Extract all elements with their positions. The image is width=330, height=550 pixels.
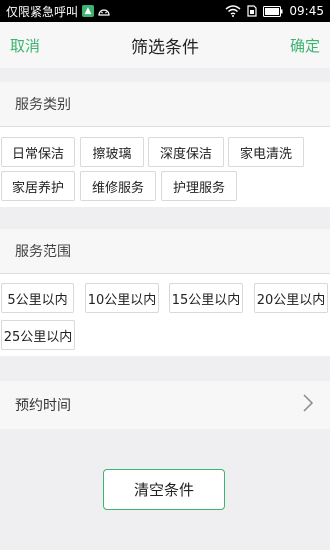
appointment-time-row[interactable]: 预约时间 xyxy=(0,381,330,429)
tag-service-type[interactable]: 护理服务 xyxy=(161,171,237,201)
tag-service-type[interactable]: 日常保洁 xyxy=(1,137,75,167)
sim-icon xyxy=(247,5,258,17)
status-bar: 仅限紧急呼叫 ▲ 09:45 xyxy=(0,0,330,22)
tag-service-range[interactable]: 25公里以内 xyxy=(1,320,75,350)
carrier-info: 仅限紧急呼叫 ▲ xyxy=(6,3,225,20)
service-type-heading: 服务类别 xyxy=(0,82,330,126)
wifi-icon xyxy=(225,5,241,17)
chevron-right-icon xyxy=(301,392,315,418)
service-range-heading: 服务范围 xyxy=(0,229,330,273)
tag-service-range[interactable]: 15公里以内 xyxy=(169,283,243,313)
title-bar: 取消 筛选条件 确定 xyxy=(0,22,330,68)
tag-service-range[interactable]: 10公里以内 xyxy=(85,283,159,313)
cancel-button[interactable]: 取消 xyxy=(10,35,40,56)
service-range-label: 服务范围 xyxy=(15,244,71,260)
carrier-text: 仅限紧急呼叫 xyxy=(6,4,79,19)
tag-service-type[interactable]: 家电清洗 xyxy=(228,137,304,167)
tag-service-range[interactable]: 5公里以内 xyxy=(1,283,74,313)
clock: 09:45 xyxy=(289,4,324,18)
confirm-button[interactable]: 确定 xyxy=(290,35,320,56)
page-title: 筛选条件 xyxy=(131,37,199,58)
appointment-time-label: 预约时间 xyxy=(15,398,71,414)
battery-icon xyxy=(263,5,283,17)
android-icon xyxy=(98,6,110,16)
tag-service-range[interactable]: 20公里以内 xyxy=(254,283,328,313)
app-notification-icon: ▲ xyxy=(82,5,95,17)
tag-service-type[interactable]: 维修服务 xyxy=(80,171,156,201)
tag-service-type[interactable]: 家居养护 xyxy=(1,171,75,201)
service-type-label: 服务类别 xyxy=(15,97,71,113)
clear-conditions-button[interactable]: 清空条件 xyxy=(103,469,225,510)
tag-service-type[interactable]: 擦玻璃 xyxy=(80,137,144,167)
tag-service-type[interactable]: 深度保洁 xyxy=(148,137,224,167)
